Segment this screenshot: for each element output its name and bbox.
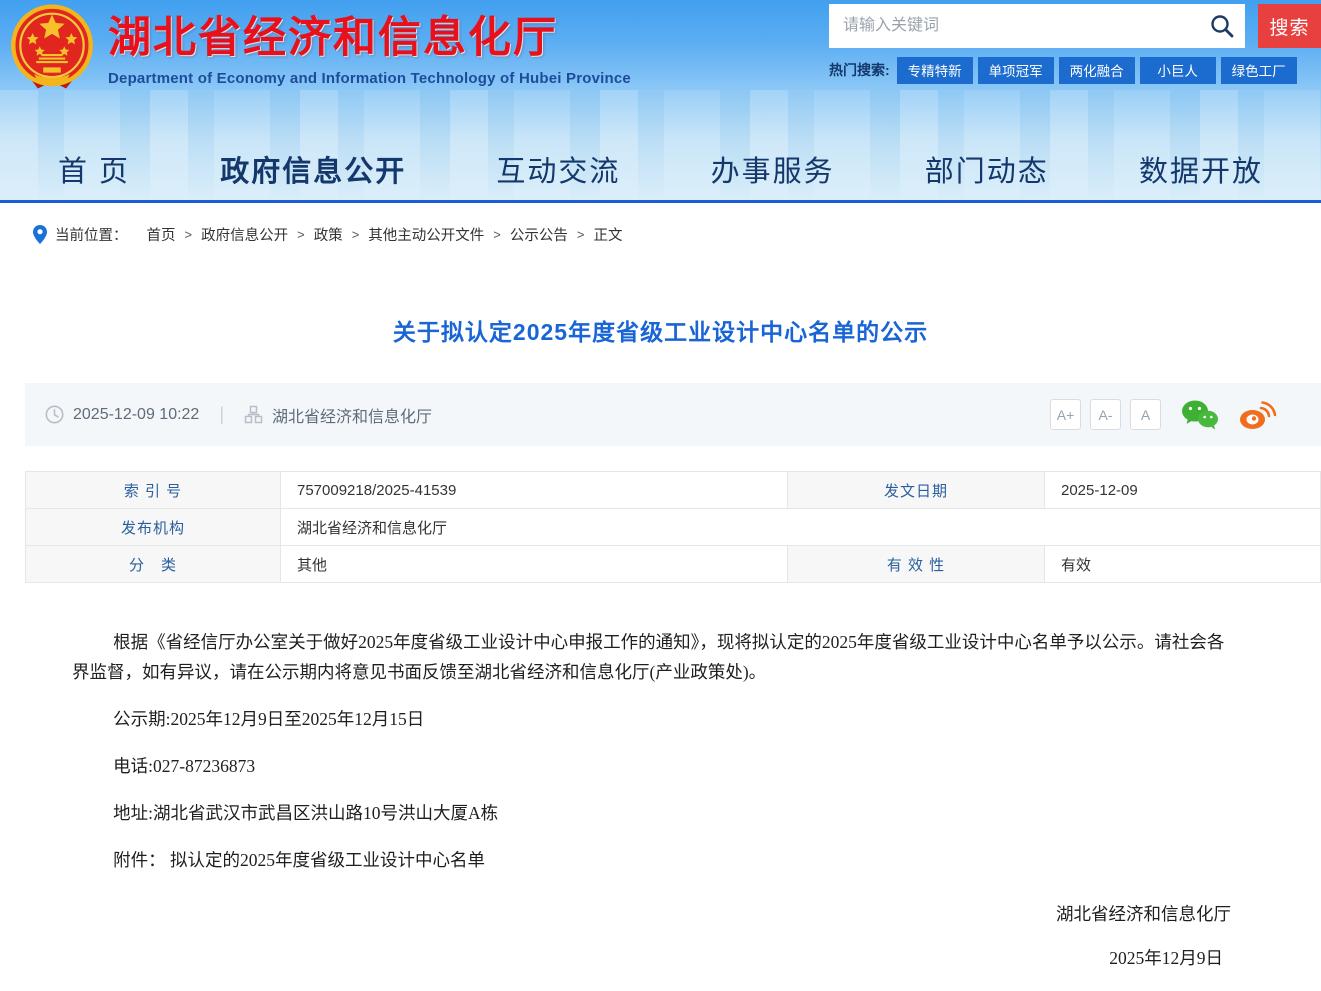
paragraph-intro: 根据《省经信厅办公室关于做好2025年度省级工业设计中心申报工作的通知》，现将拟… [72, 632, 1225, 682]
nav-item-gov-info[interactable]: 政府信息公开 [220, 148, 406, 190]
site-title: 湖北省经济和信息化厅 [108, 15, 558, 62]
hot-tag-lhrh[interactable]: 两化融合 [1058, 56, 1135, 84]
search-icon[interactable] [1209, 13, 1235, 39]
signature-block: 湖北省经济和信息化厅 2025年12月9日 [0, 901, 1321, 970]
table-row: 索 引 号 757009218/2025-41539 发文日期 2025-12-… [25, 471, 1321, 509]
site-brand[interactable]: 湖北省经济和信息化厅 Department of Economy and Inf… [8, 4, 631, 92]
breadcrumb-separator: > [351, 226, 360, 242]
category-label: 分 类 [25, 545, 281, 583]
publisher-value: 湖北省经济和信息化厅 [280, 508, 1321, 546]
article-meta-bar: 2025-12-09 10:22 | 湖北省经济和信息化厅 A+ A- A [25, 383, 1321, 446]
breadcrumb-gov-info[interactable]: 政府信息公开 [201, 224, 288, 245]
validity-label: 有 效 性 [787, 545, 1045, 583]
hot-tag-lsgc[interactable]: 绿色工厂 [1220, 56, 1297, 84]
document-info-table: 索 引 号 757009218/2025-41539 发文日期 2025-12-… [25, 471, 1321, 583]
national-emblem-logo [11, 4, 93, 89]
site-subtitle: Department of Economy and Information Te… [108, 70, 631, 87]
breadcrumb-policy[interactable]: 政策 [314, 224, 343, 245]
weibo-share-icon[interactable] [1239, 399, 1277, 430]
font-reset-button[interactable]: A [1130, 399, 1161, 430]
breadcrumb-announcements[interactable]: 公示公告 [510, 224, 568, 245]
hot-search-label: 热门搜索: [829, 62, 890, 78]
hot-tag-zjtx[interactable]: 专精特新 [896, 56, 973, 84]
article-body: 根据《省经信厅办公室关于做好2025年度省级工业设计中心申报工作的通知》，现将拟… [0, 583, 1321, 875]
paragraph-address: 地址:湖北省武汉市武昌区洪山路10号洪山大厦A栋 [113, 803, 499, 823]
location-pin-icon [33, 224, 47, 244]
nav-item-services[interactable]: 办事服务 [711, 148, 835, 190]
source-org-icon [244, 405, 263, 424]
breadcrumb-label: 当前位置： [55, 227, 128, 244]
font-smaller-button[interactable]: A- [1090, 399, 1121, 430]
site-header: 湖北省经济和信息化厅 Department of Economy and Inf… [0, 0, 1321, 203]
clock-icon [45, 405, 64, 424]
paragraph-phone: 电话:027-87236873 [113, 756, 256, 776]
validity-value: 有效 [1044, 545, 1321, 583]
table-row: 分 类 其他 有 效 性 有效 [25, 545, 1321, 583]
search-button[interactable]: 搜索 [1258, 4, 1321, 48]
nav-item-open-data[interactable]: 数据开放 [1139, 148, 1263, 190]
breadcrumb: 当前位置： 首页 > 政府信息公开 > 政策 > 其他主动公开文件 > 公示公告… [0, 203, 1321, 265]
table-row: 发布机构 湖北省经济和信息化厅 [25, 508, 1321, 546]
breadcrumb-other-open-docs[interactable]: 其他主动公开文件 [368, 224, 484, 245]
search-area: 搜索 热门搜索: 专精特新 单项冠军 两化融合 小巨人 绿色工厂 [829, 4, 1321, 84]
issue-date-value: 2025-12-09 [1044, 471, 1321, 509]
search-box [829, 4, 1245, 48]
breadcrumb-home[interactable]: 首页 [147, 224, 176, 245]
publish-datetime: 2025-12-09 10:22 [73, 405, 200, 423]
index-number-value: 757009218/2025-41539 [280, 471, 788, 509]
nav-item-home[interactable]: 首 页 [58, 148, 130, 190]
issue-date-label: 发文日期 [787, 471, 1045, 509]
index-number-label: 索 引 号 [25, 471, 281, 509]
hot-tag-xjr[interactable]: 小巨人 [1139, 56, 1216, 84]
search-input[interactable] [829, 4, 1245, 48]
nav-item-dept-news[interactable]: 部门动态 [925, 148, 1049, 190]
breadcrumb-separator: > [493, 226, 501, 242]
article-title: 关于拟认定2025年度省级工业设计中心名单的公示 [392, 319, 929, 345]
hot-tag-dxgj[interactable]: 单项冠军 [977, 56, 1054, 84]
paragraph-attachment: 附件： 拟认定的2025年度省级工业设计中心名单 [113, 850, 485, 870]
hot-search-row: 热门搜索: 专精特新 单项冠军 两化融合 小巨人 绿色工厂 [829, 56, 1321, 84]
article-tools: A+ A- A [1041, 399, 1277, 430]
breadcrumb-current: 正文 [593, 227, 623, 244]
article-source: 湖北省经济和信息化厅 [272, 408, 433, 426]
font-larger-button[interactable]: A+ [1050, 399, 1081, 430]
breadcrumb-separator: > [297, 226, 305, 242]
publisher-label: 发布机构 [25, 508, 281, 546]
signature-date: 2025年12月9日 [1109, 948, 1223, 968]
signature-org: 湖北省经济和信息化厅 [1056, 904, 1231, 924]
wechat-share-icon[interactable] [1181, 399, 1219, 430]
breadcrumb-separator: > [184, 226, 193, 242]
breadcrumb-separator: > [576, 226, 585, 242]
category-value: 其他 [280, 545, 788, 583]
main-nav: 首 页 政府信息公开 互动交流 办事服务 部门动态 数据开放 [0, 148, 1321, 190]
nav-item-interaction[interactable]: 互动交流 [496, 148, 620, 190]
meta-divider: | [219, 404, 225, 424]
paragraph-publicity-period: 公示期:2025年12月9日至2025年12月15日 [113, 709, 425, 729]
